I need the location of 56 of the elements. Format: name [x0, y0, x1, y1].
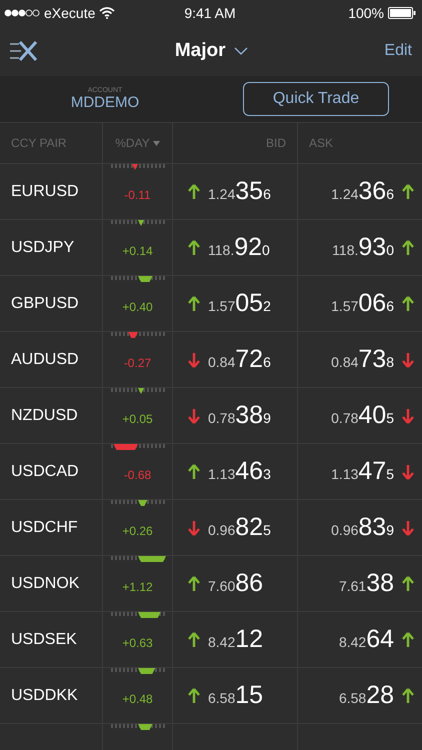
currency-pair[interactable]: NZDUSD — [11, 406, 78, 424]
price-quote[interactable]: 0.78389 — [208, 401, 271, 430]
battery-icon — [388, 7, 416, 19]
day-change: +0.48 — [122, 692, 153, 706]
price-quote[interactable]: 0.78405 — [331, 401, 394, 430]
price-quote[interactable]: 8.4264 — [338, 625, 394, 654]
day-change: +0.26 — [122, 524, 153, 538]
price-quote[interactable]: 118.920 — [208, 233, 270, 262]
day-change: -0.68 — [124, 468, 152, 482]
tick-scale — [111, 164, 165, 168]
currency-pair[interactable]: USDCHF — [11, 518, 78, 536]
price-quote[interactable]: 1.24356 — [208, 177, 271, 206]
price-quote[interactable]: 1.57052 — [208, 289, 271, 318]
chevron-down-icon[interactable] — [234, 47, 248, 55]
day-change: +0.40 — [122, 300, 153, 314]
price-quote[interactable]: 0.96825 — [208, 513, 271, 542]
clock-time: 9:41 AM — [184, 5, 236, 21]
price-quote[interactable]: 1.24366 — [331, 177, 394, 206]
day-change: -0.11 — [124, 188, 151, 202]
tick-scale — [111, 388, 165, 392]
price-quote[interactable]: 118.930 — [332, 233, 394, 262]
price-quote[interactable]: 0.84738 — [331, 345, 394, 374]
signal-icon — [4, 9, 40, 17]
watchlist-title[interactable]: Major — [174, 40, 226, 62]
price-quote[interactable]: 8.4212 — [208, 625, 264, 654]
price-quote[interactable]: 0.96839 — [331, 513, 394, 542]
price-quote[interactable]: 1.13475 — [331, 457, 394, 486]
currency-pair[interactable]: USDCAD — [11, 462, 79, 480]
price-quote[interactable]: 7.6086 — [208, 569, 264, 598]
tick-scale — [111, 220, 165, 224]
battery-percent: 100% — [348, 5, 384, 21]
price-quote[interactable]: 6.5815 — [208, 681, 264, 710]
carrier-name: eXecute — [44, 5, 96, 21]
wifi-icon — [99, 7, 116, 19]
day-change: +0.05 — [122, 412, 153, 426]
currency-pair[interactable]: USDSEK — [11, 630, 77, 648]
currency-pair[interactable]: USDDKK — [11, 686, 78, 704]
account-name: MDDEMO — [70, 94, 140, 111]
currency-pair[interactable]: USDJPY — [11, 238, 74, 256]
currency-pair[interactable]: USDNOK — [11, 574, 80, 592]
day-change: +0.63 — [122, 636, 153, 650]
currency-pair[interactable]: EURUSD — [11, 182, 79, 200]
currency-pair[interactable]: AUDUSD — [11, 350, 79, 368]
price-quote[interactable]: 1.13463 — [208, 457, 271, 486]
day-change: +0.14 — [122, 244, 153, 258]
day-change: +1.12 — [122, 580, 153, 594]
day-change: -0.27 — [124, 356, 152, 370]
price-quote[interactable]: 1.57066 — [331, 289, 394, 318]
edit-button[interactable]: Edit — [384, 42, 412, 60]
price-quote[interactable]: 0.84726 — [208, 345, 271, 374]
price-quote[interactable]: 6.5828 — [338, 681, 394, 710]
menu-logo-icon[interactable] — [10, 40, 38, 62]
price-quote[interactable]: 7.6138 — [338, 569, 394, 598]
quick-trade-button[interactable]: Quick Trade — [243, 82, 389, 116]
sort-caret-icon — [152, 140, 160, 146]
currency-pair[interactable]: GBPUSD — [11, 294, 79, 312]
